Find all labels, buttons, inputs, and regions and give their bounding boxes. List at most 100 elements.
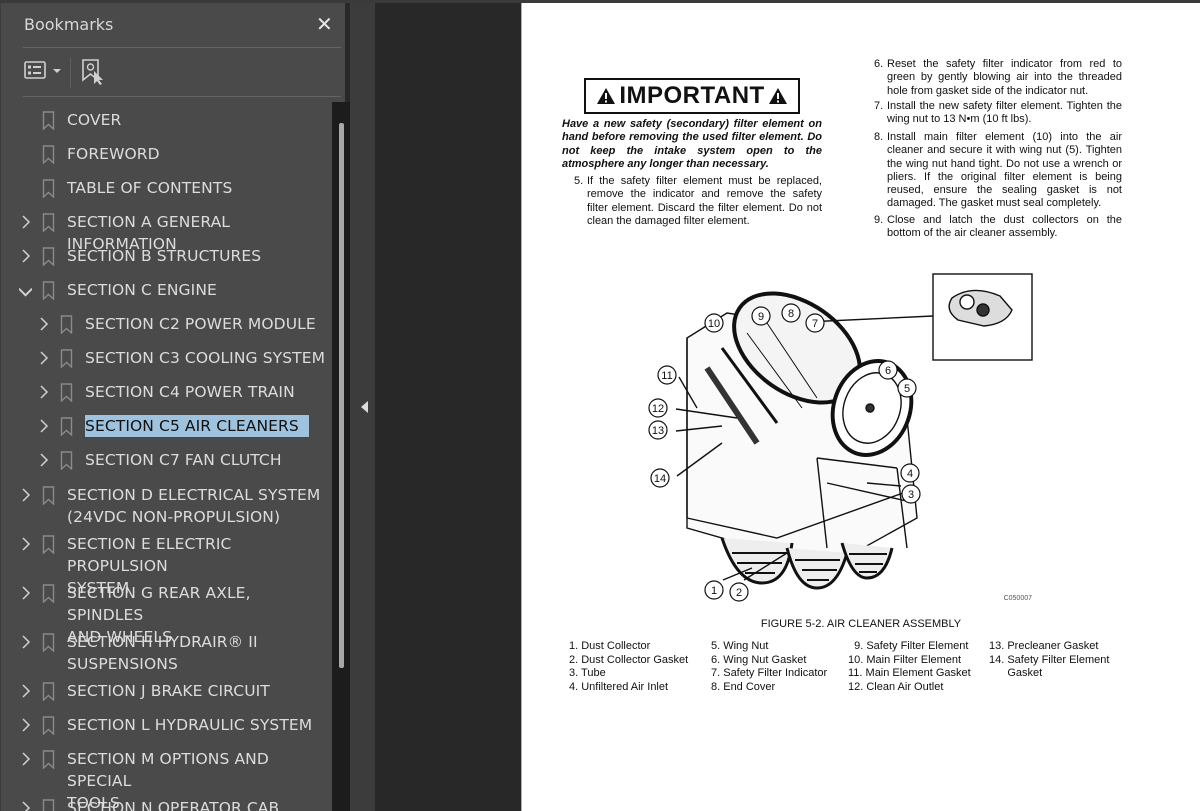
chevron-right-icon[interactable] bbox=[39, 419, 49, 433]
chevron-right-icon[interactable] bbox=[21, 537, 31, 551]
callout-5: 5 bbox=[897, 378, 917, 398]
new-bookmark-icon[interactable] bbox=[81, 58, 107, 86]
svg-text:8: 8 bbox=[788, 308, 794, 320]
options-dropdown-caret[interactable] bbox=[53, 69, 61, 73]
bookmark-label: TABLE OF CONTENTS bbox=[67, 179, 233, 197]
chevron-right-icon[interactable] bbox=[21, 249, 31, 263]
bookmark-tree: COVER FOREWORD TABLE OF CONTENTS SECTION A … bbox=[1, 101, 331, 811]
bookmark-item[interactable]: SECTION C ENGINE bbox=[1, 279, 331, 301]
important-banner: IMPORTANT bbox=[584, 78, 800, 114]
bookmark-icon bbox=[42, 111, 55, 130]
bookmark-label: SECTION C3 COOLING SYSTEM bbox=[85, 349, 326, 367]
bookmark-icon bbox=[42, 179, 55, 198]
bookmark-icon bbox=[60, 315, 73, 334]
bookmark-item[interactable]: SECTION C2 POWER MODULE bbox=[1, 313, 331, 335]
bookmark-item[interactable]: FOREWORD bbox=[1, 143, 331, 165]
scrollbar-thumb[interactable] bbox=[339, 123, 344, 668]
callout-1: 1 bbox=[704, 580, 724, 600]
callout-7: 7 bbox=[805, 313, 825, 333]
step-8: 8. Install main filter element (10) into… bbox=[874, 131, 1122, 210]
bookmark-icon bbox=[42, 486, 55, 505]
bookmark-item[interactable]: SECTION J BRAKE CIRCUIT bbox=[1, 680, 331, 702]
chevron-right-icon[interactable] bbox=[39, 385, 49, 399]
bookmark-item[interactable]: SECTION C7 FAN CLUTCH bbox=[1, 449, 331, 471]
chevron-right-icon[interactable] bbox=[21, 718, 31, 732]
svg-text:2: 2 bbox=[736, 587, 742, 599]
callout-6: 6 bbox=[878, 360, 898, 380]
svg-text:11: 11 bbox=[661, 370, 672, 382]
chevron-right-icon[interactable] bbox=[39, 351, 49, 365]
callout-14: 14 bbox=[650, 468, 670, 488]
close-icon[interactable]: ✕ bbox=[316, 12, 333, 36]
panel-title: Bookmarks bbox=[24, 15, 114, 34]
callout-8: 8 bbox=[781, 303, 801, 323]
legend-column-1: 1. Dust Collector 2. Dust Collector Gask… bbox=[569, 640, 689, 693]
bookmark-icon bbox=[42, 584, 55, 603]
bookmark-item[interactable]: SECTION C3 COOLING SYSTEM bbox=[1, 347, 331, 369]
important-label: IMPORTANT bbox=[619, 82, 765, 109]
callout-12: 12 bbox=[648, 398, 668, 418]
bookmark-icon bbox=[42, 750, 55, 769]
bookmark-item[interactable]: SECTION A GENERAL INFORMATION bbox=[1, 211, 331, 253]
list-options-icon[interactable] bbox=[24, 61, 46, 79]
chevron-right-icon[interactable] bbox=[39, 317, 49, 331]
pdf-page: IMPORTANT Have a new safety (secondary) … bbox=[521, 3, 1200, 811]
callout-11: 11 bbox=[657, 365, 677, 385]
chevron-right-icon[interactable] bbox=[21, 752, 31, 766]
bookmark-item[interactable]: TABLE OF CONTENTS bbox=[1, 177, 331, 199]
bookmark-item[interactable]: SECTION N OPERATOR CAB bbox=[1, 797, 331, 811]
bookmark-item[interactable]: SECTION G REAR AXLE, SPINDLES AND WHEELS bbox=[1, 582, 331, 646]
bookmark-icon bbox=[60, 417, 73, 436]
bookmark-label: SECTION C2 POWER MODULE bbox=[85, 315, 316, 333]
bookmark-item[interactable]: SECTION B STRUCTURES bbox=[1, 245, 331, 267]
bookmark-label: SECTION C5 AIR CLEANERS bbox=[84, 414, 310, 438]
bookmark-item[interactable]: SECTION M OPTIONS AND SPECIAL TOOLS bbox=[1, 748, 331, 811]
bookmark-icon bbox=[60, 349, 73, 368]
bookmark-label: SECTION B STRUCTURES bbox=[67, 247, 262, 265]
legend-column-4: 13. Precleaner Gasket 14. Safety Filter … bbox=[989, 640, 1110, 679]
chevron-right-icon[interactable] bbox=[21, 635, 31, 649]
important-text: Have a new safety (secondary) filter ele… bbox=[562, 118, 822, 170]
bookmark-item[interactable]: SECTION C5 AIR CLEANERS bbox=[1, 414, 331, 438]
callout-4: 4 bbox=[900, 463, 920, 483]
warning-icon bbox=[597, 88, 616, 104]
callout-2: 2 bbox=[729, 582, 749, 602]
step-6: 6. Reset the safety filter indicator fro… bbox=[874, 58, 1122, 97]
chevron-down-icon[interactable] bbox=[19, 283, 32, 297]
bookmark-item[interactable]: SECTION H HYDRAIR® II SUSPENSIONS bbox=[1, 631, 331, 675]
bookmark-label: SECTION C7 FAN CLUTCH bbox=[85, 451, 282, 469]
bookmark-icon bbox=[42, 281, 55, 300]
bookmark-item[interactable]: SECTION E ELECTRIC PROPULSION SYSTEM bbox=[1, 533, 331, 597]
svg-text:9: 9 bbox=[758, 311, 764, 323]
step-7: 7. Install the new safety filter element… bbox=[874, 100, 1122, 126]
bookmark-icon bbox=[42, 716, 55, 735]
bookmark-label: COVER bbox=[67, 111, 122, 129]
svg-text:5: 5 bbox=[904, 383, 910, 395]
chevron-right-icon[interactable] bbox=[21, 488, 31, 502]
bookmark-item[interactable]: SECTION D ELECTRICAL SYSTEM (24VDC NON-P… bbox=[1, 484, 331, 528]
chevron-right-icon[interactable] bbox=[21, 586, 31, 600]
chevron-right-icon[interactable] bbox=[21, 215, 31, 229]
bookmark-icon bbox=[42, 682, 55, 701]
bookmark-item[interactable]: COVER bbox=[1, 109, 331, 131]
collapse-panel-arrow-icon[interactable] bbox=[361, 401, 368, 413]
bookmark-label: SECTION C ENGINE bbox=[67, 281, 217, 299]
bookmark-label: SECTION L HYDRAULIC SYSTEM bbox=[67, 716, 313, 734]
svg-text:4: 4 bbox=[907, 468, 913, 480]
bookmark-label: SECTION C4 POWER TRAIN bbox=[85, 383, 295, 401]
bookmark-icon bbox=[42, 213, 55, 232]
callout-3: 3 bbox=[901, 484, 921, 504]
bookmarks-panel: Bookmarks ✕ COVER FOREWORD TABLE OF CONTEN… bbox=[0, 3, 350, 811]
warning-icon bbox=[768, 88, 787, 104]
bookmark-icon bbox=[60, 383, 73, 402]
bookmark-icon bbox=[42, 633, 55, 652]
toolbar-separator bbox=[70, 58, 71, 88]
bookmark-item[interactable]: SECTION L HYDRAULIC SYSTEM bbox=[1, 714, 331, 736]
bookmark-item[interactable]: SECTION C4 POWER TRAIN bbox=[1, 381, 331, 403]
chevron-right-icon[interactable] bbox=[21, 801, 31, 811]
chevron-right-icon[interactable] bbox=[39, 453, 49, 467]
divider bbox=[23, 96, 341, 97]
chevron-right-icon[interactable] bbox=[21, 684, 31, 698]
svg-text:6: 6 bbox=[885, 365, 891, 377]
svg-text:7: 7 bbox=[812, 318, 818, 330]
